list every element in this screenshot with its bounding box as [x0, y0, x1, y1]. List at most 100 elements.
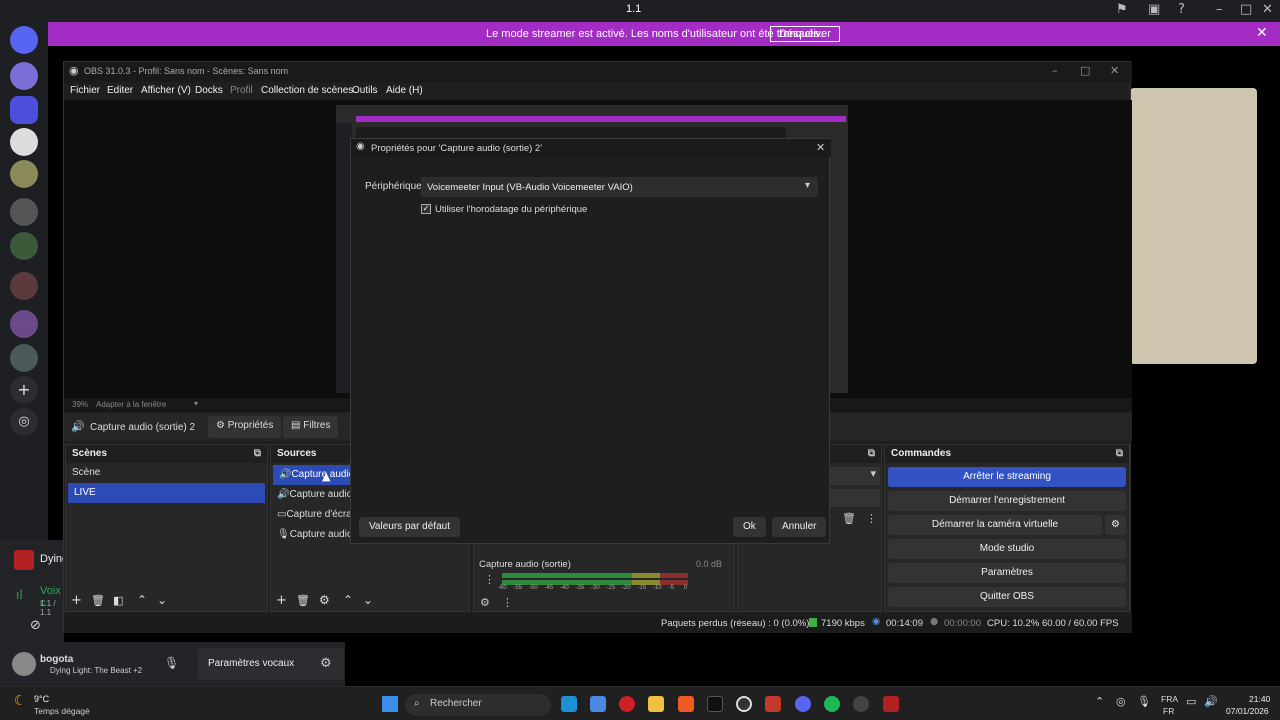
- inbox-icon[interactable]: ⚑: [1116, 2, 1128, 17]
- chevron-down-icon[interactable]: ⌄: [363, 593, 373, 607]
- microphone-icon[interactable]: 🎙: [1137, 695, 1151, 708]
- cancel-button[interactable]: Annuler: [772, 517, 827, 537]
- scene-item-selected[interactable]: LIVE: [68, 483, 265, 503]
- dock-icon[interactable]: ⧉: [254, 448, 261, 459]
- network-icon[interactable]: ▭: [1186, 695, 1196, 708]
- more-icon[interactable]: ⋮: [866, 512, 877, 525]
- gear-icon[interactable]: ⚙: [480, 596, 490, 609]
- dying-light-icon[interactable]: [883, 696, 899, 712]
- menu-profil[interactable]: Profil: [230, 85, 253, 96]
- server-folder-icon[interactable]: [10, 272, 38, 300]
- store-icon[interactable]: [590, 696, 606, 712]
- start-virtual-camera-button[interactable]: Démarrer la caméra virtuelle: [888, 515, 1102, 535]
- search-input[interactable]: ⌕ Rechercher: [405, 694, 551, 716]
- chevron-down-icon[interactable]: ⌄: [157, 593, 167, 607]
- chevron-up-icon[interactable]: ⌃: [343, 593, 353, 607]
- trash-icon[interactable]: 🗑: [91, 594, 105, 607]
- tray-app-icon[interactable]: ◎: [1116, 695, 1126, 708]
- explore-icon[interactable]: ◎: [10, 408, 38, 436]
- language-bottom[interactable]: FR: [1163, 706, 1174, 716]
- start-recording-button[interactable]: Démarrer l'enregistrement: [888, 491, 1126, 511]
- chevron-up-icon[interactable]: ⌃: [137, 593, 147, 607]
- fit-mode[interactable]: Adapter à la fenêtre: [96, 400, 166, 409]
- edge-icon[interactable]: [561, 696, 577, 712]
- maximize-icon[interactable]: □: [1080, 64, 1090, 77]
- scenes-title: Scènes: [72, 448, 108, 459]
- close-icon[interactable]: ✕: [816, 141, 825, 154]
- close-icon[interactable]: ✕: [1262, 2, 1273, 17]
- add-icon[interactable]: +: [71, 593, 82, 608]
- clock-time[interactable]: 21:40: [1249, 694, 1270, 704]
- dock-icon[interactable]: ⧉: [868, 448, 875, 459]
- filters-button[interactable]: ▤ Filtres: [283, 416, 339, 438]
- help-icon[interactable]: ?: [1178, 2, 1185, 17]
- menu-outils[interactable]: Outils: [352, 85, 378, 96]
- scene-item[interactable]: Scène: [66, 463, 267, 483]
- start-icon[interactable]: [382, 696, 398, 712]
- exit-obs-button[interactable]: Quitter OBS: [888, 587, 1126, 607]
- opera-icon[interactable]: [619, 696, 635, 712]
- brave-icon[interactable]: [678, 696, 694, 712]
- server-icon[interactable]: [10, 160, 38, 188]
- trash-icon[interactable]: 🗑: [842, 512, 856, 525]
- discord-home-icon[interactable]: [10, 26, 38, 54]
- chevron-down-icon[interactable]: ▾: [194, 399, 198, 408]
- chevron-up-icon[interactable]: ⌃: [1095, 695, 1104, 708]
- weather-icon[interactable]: ☾: [14, 693, 27, 709]
- screen-icon[interactable]: ▣: [1148, 2, 1160, 17]
- device-select[interactable]: Voicemeeter Input (VB-Audio Voicemeeter …: [421, 177, 818, 197]
- more-icon[interactable]: ⋮: [502, 596, 513, 609]
- add-icon[interactable]: +: [276, 593, 287, 608]
- weather-desc[interactable]: Temps dégagé: [34, 706, 90, 716]
- tiktok-icon[interactable]: [707, 696, 723, 712]
- menu-collection[interactable]: Collection de scènes: [261, 85, 353, 96]
- server-icon[interactable]: [10, 128, 38, 156]
- obs-icon[interactable]: [853, 696, 869, 712]
- clock-date[interactable]: 07/01/2026: [1226, 706, 1269, 716]
- menu-docks[interactable]: Docks: [195, 85, 223, 96]
- menu-fichier[interactable]: Fichier: [70, 85, 100, 96]
- voice-settings-popup[interactable]: Paramètres vocaux ⚙: [198, 648, 344, 680]
- discord-icon[interactable]: [795, 696, 811, 712]
- filter-icon[interactable]: ◧: [113, 594, 123, 607]
- server-folder-icon[interactable]: [10, 232, 38, 260]
- gear-icon[interactable]: ⚙: [320, 656, 332, 671]
- avatar[interactable]: [12, 652, 36, 676]
- server-icon[interactable]: [10, 62, 38, 90]
- defaults-button[interactable]: Valeurs par défaut: [359, 517, 460, 537]
- gear-icon[interactable]: ⚙: [319, 593, 330, 607]
- menu-editer[interactable]: Editer: [107, 85, 133, 96]
- properties-button[interactable]: ⚙ Propriétés: [208, 416, 282, 438]
- server-folder-icon[interactable]: [10, 198, 38, 226]
- add-server-icon[interactable]: +: [10, 376, 38, 404]
- file-explorer-icon[interactable]: [648, 696, 664, 712]
- minimize-icon[interactable]: –: [1052, 64, 1058, 77]
- server-icon[interactable]: [10, 344, 38, 372]
- minimize-icon[interactable]: –: [1216, 2, 1223, 17]
- more-icon[interactable]: ⋮: [484, 573, 495, 586]
- timestamp-checkbox[interactable]: ✓: [421, 204, 431, 214]
- disable-streamer-button[interactable]: Désactiver: [770, 26, 840, 42]
- microphone-icon[interactable]: 🎙: [164, 656, 179, 670]
- dock-icon[interactable]: ⧉: [1116, 448, 1123, 459]
- language-top[interactable]: FRA: [1161, 694, 1178, 704]
- server-folder-icon[interactable]: [10, 310, 38, 338]
- app-icon[interactable]: [736, 696, 752, 712]
- voicemeeter-icon[interactable]: [765, 696, 781, 712]
- server-icon[interactable]: [10, 96, 38, 124]
- studio-mode-button[interactable]: Mode studio: [888, 539, 1126, 559]
- weather-temp[interactable]: 9°C: [34, 694, 49, 704]
- ok-button[interactable]: Ok: [733, 517, 766, 537]
- close-banner-icon[interactable]: ✕: [1256, 25, 1268, 41]
- menu-afficher[interactable]: Afficher (V): [141, 85, 191, 96]
- close-icon[interactable]: ✕: [1110, 64, 1119, 77]
- gear-icon[interactable]: ⚙: [1105, 515, 1126, 535]
- spotify-icon[interactable]: [824, 696, 840, 712]
- menu-aide[interactable]: Aide (H): [386, 85, 423, 96]
- stop-streaming-button[interactable]: Arrêter le streaming: [888, 467, 1126, 487]
- maximize-icon[interactable]: □: [1240, 2, 1252, 17]
- trash-icon[interactable]: 🗑: [296, 594, 310, 607]
- screen-share-icon[interactable]: ⊘: [30, 618, 41, 633]
- settings-button[interactable]: Paramètres: [888, 563, 1126, 583]
- volume-icon[interactable]: 🔊: [1204, 695, 1218, 708]
